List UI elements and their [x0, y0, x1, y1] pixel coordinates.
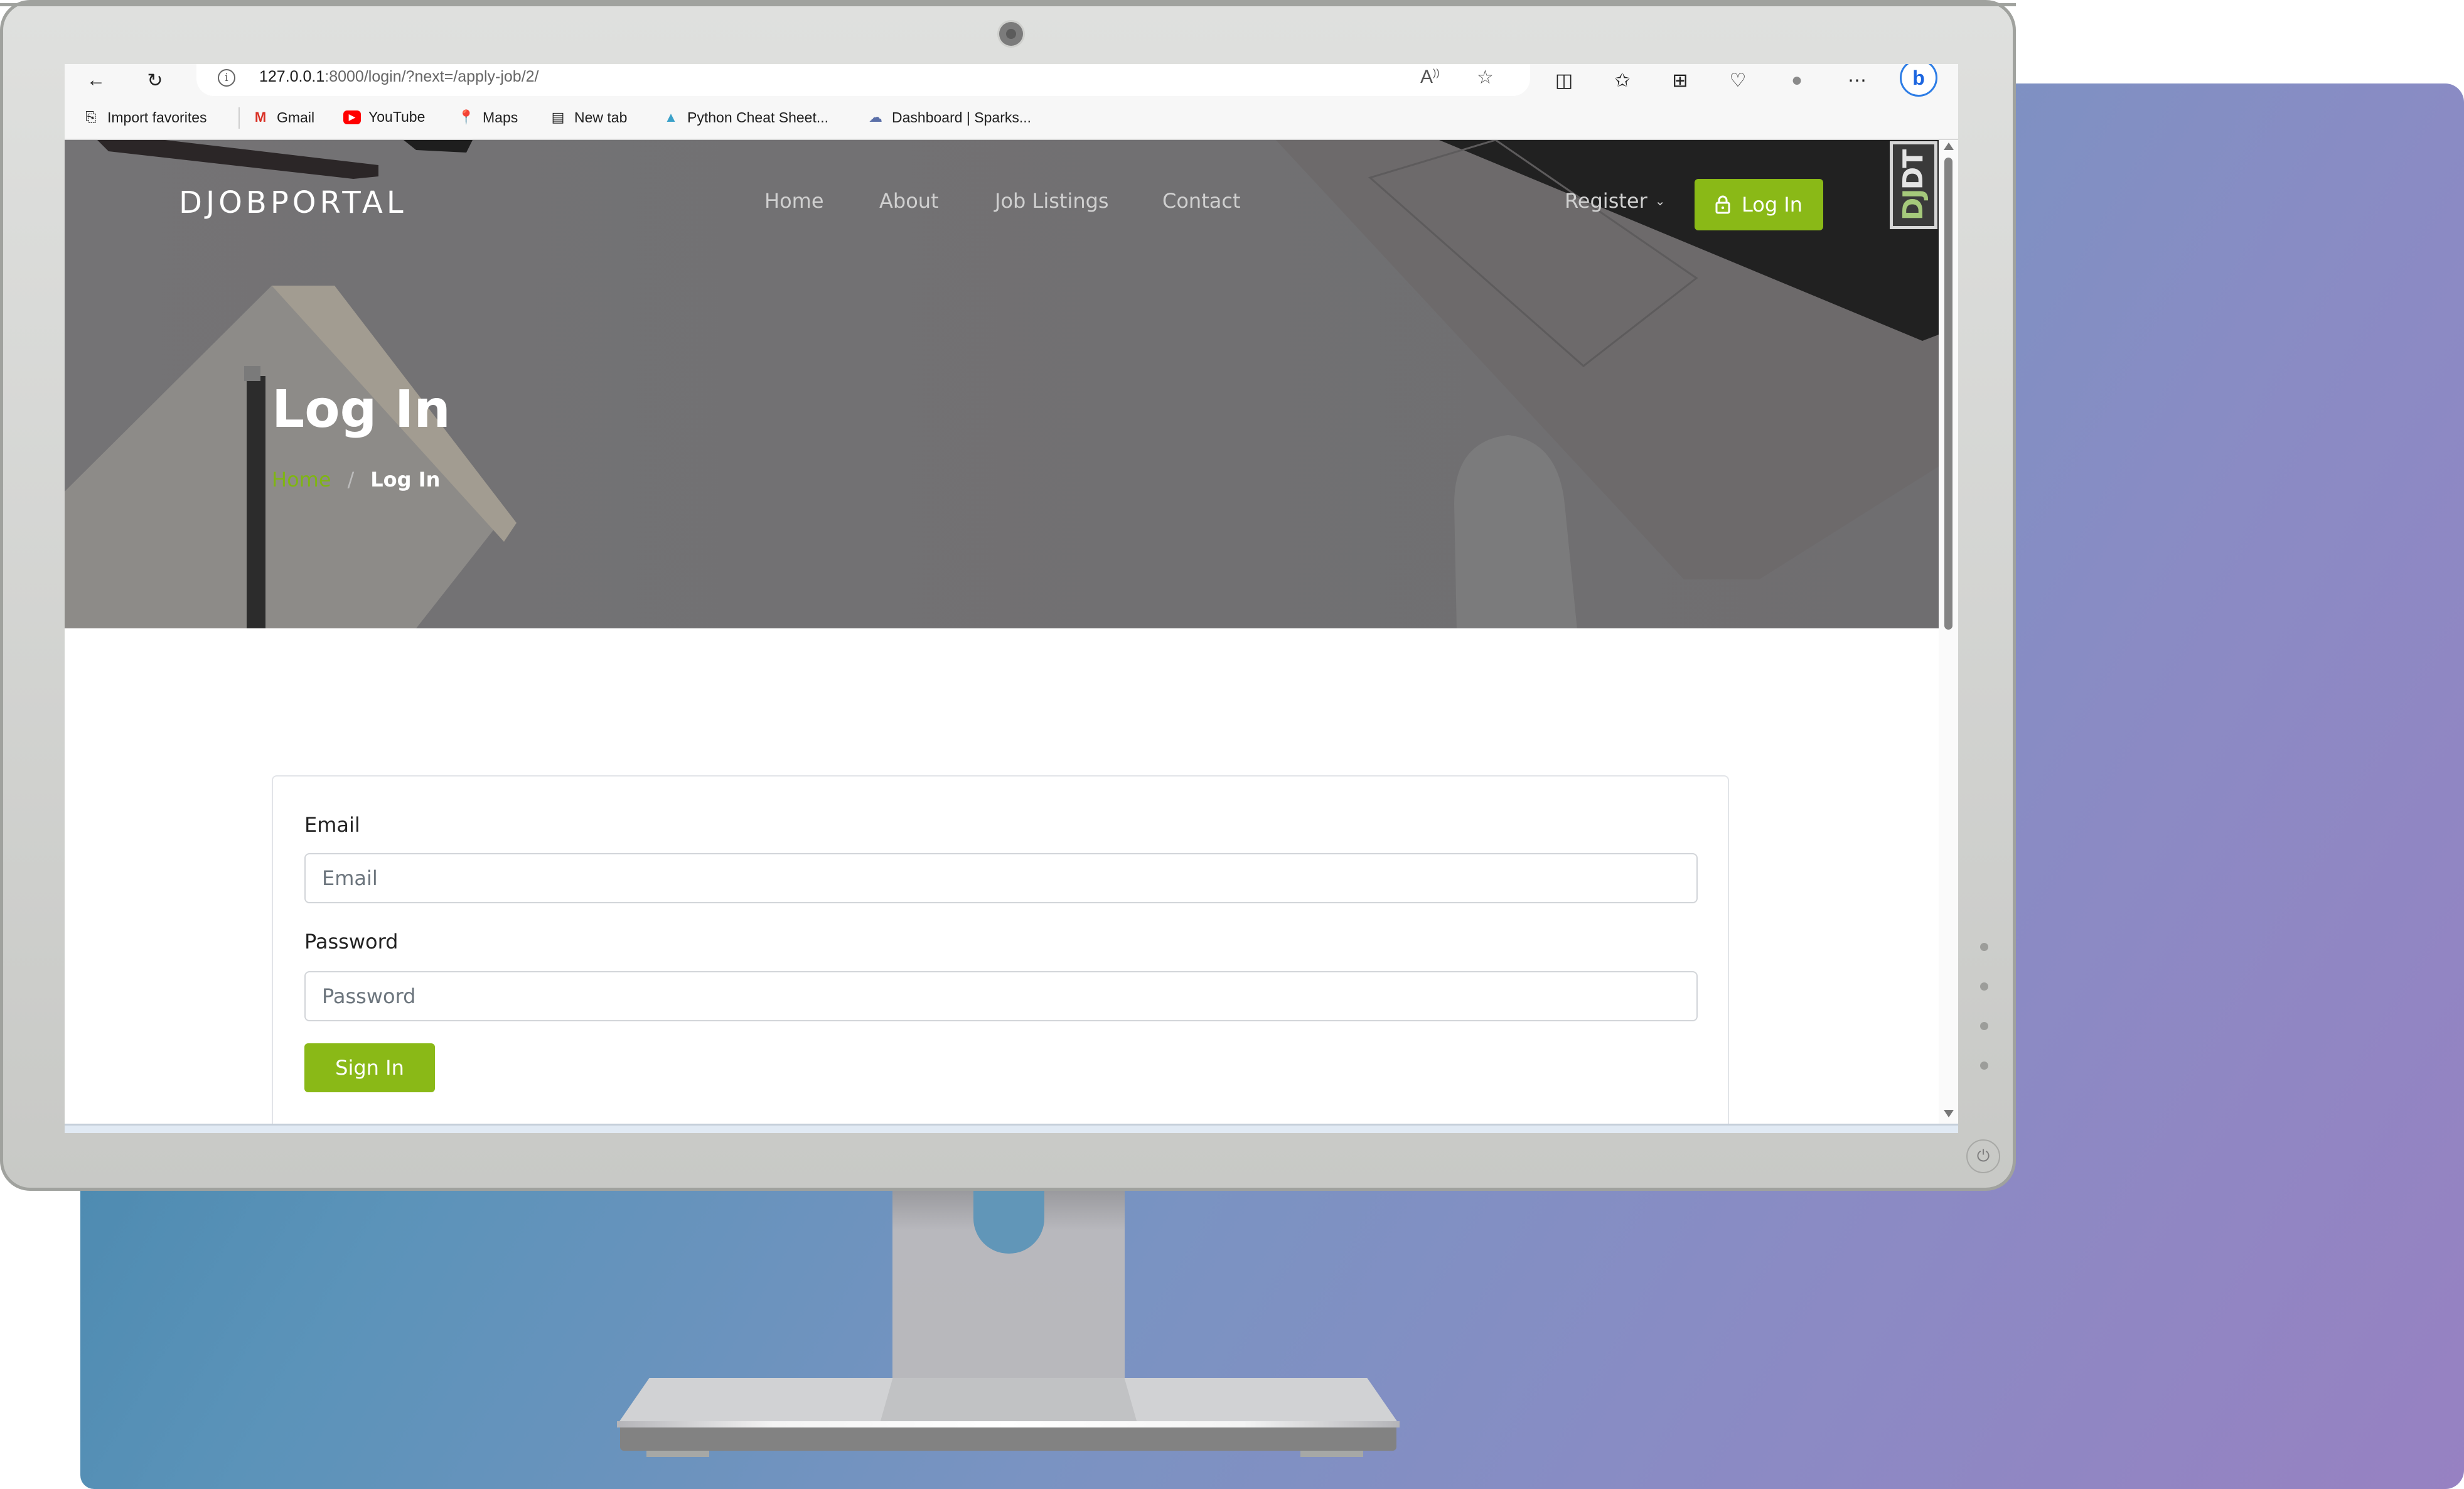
login-form-card: Email Password Sign In [272, 775, 1729, 1133]
browser-essentials-icon[interactable]: ♡ [1725, 68, 1750, 93]
monitor-stand-base-edge [620, 1427, 1396, 1451]
url-host: 127.0.0.1 [259, 68, 325, 85]
djdt-label-b: DT [1897, 150, 1930, 190]
scroll-down-arrow-icon[interactable] [1944, 1110, 1954, 1117]
breadcrumb: Home / Log In [272, 468, 440, 492]
refresh-icon[interactable]: ↻ [142, 68, 168, 93]
bezel-button-dot [1980, 943, 1988, 951]
register-dropdown[interactable]: Register ⌄ [1565, 189, 1666, 213]
import-favorites-icon: ⎘ [85, 109, 97, 125]
login-button-label: Log In [1741, 193, 1803, 217]
monitor-stand-base-center [880, 1378, 1137, 1423]
maps-icon: 📍 [458, 109, 475, 125]
url-path: :8000/login/?next=/apply-job/2/ [324, 68, 539, 85]
address-bar[interactable]: i 127.0.0.1:8000/login/?next=/apply-job/… [196, 64, 1530, 96]
breadcrumb-current: Log In [370, 468, 441, 492]
web-page: DJOBPORTAL Home About Job Listings Conta… [65, 140, 1958, 1133]
bookmark-separator [238, 107, 240, 129]
bookmark-youtube[interactable]: ▶ YouTube [343, 109, 425, 126]
url-text[interactable]: 127.0.0.1:8000/login/?next=/apply-job/2/ [259, 68, 539, 86]
nav-about[interactable]: About [879, 189, 939, 213]
favorites-list-icon[interactable]: ✩ [1610, 68, 1635, 93]
bezel-button-dot [1980, 1062, 1988, 1070]
bezel-button-dot [1980, 982, 1988, 991]
favorite-star-icon[interactable]: ☆ [1477, 67, 1494, 89]
scrollbar-thumb[interactable] [1944, 158, 1952, 630]
profile-icon[interactable]: ● [1784, 68, 1809, 93]
split-screen-icon[interactable]: ◫ [1551, 68, 1577, 93]
nav-home[interactable]: Home [764, 189, 824, 213]
password-field[interactable] [304, 971, 1698, 1021]
bookmark-gmail[interactable]: M Gmail [252, 109, 314, 126]
register-label: Register [1565, 189, 1647, 213]
monitor-stand-base-highlight [617, 1421, 1400, 1427]
page-title: Log In [272, 380, 451, 439]
monitor-stand-foot [646, 1451, 709, 1457]
djdt-label-a: DJ [1897, 189, 1930, 220]
collections-icon[interactable]: ⊞ [1668, 68, 1693, 93]
email-label: Email [304, 813, 360, 837]
bing-copilot-icon[interactable]: b [1900, 64, 1937, 97]
monitor-frame: ⏻ ← ↻ i 127.0.0.1:8000/login/?next=/appl… [0, 0, 2016, 1191]
more-menu-icon[interactable]: ⋯ [1845, 68, 1870, 93]
password-label: Password [304, 930, 399, 954]
hero-banner: DJOBPORTAL Home About Job Listings Conta… [65, 140, 1939, 628]
dashboard-icon: ☁ [869, 109, 882, 125]
nav-contact[interactable]: Contact [1162, 189, 1241, 213]
bookmark-label: Maps [483, 109, 518, 126]
bookmark-label: Gmail [277, 109, 315, 126]
bookmarks-bar: ⎘ Import favorites M Gmail ▶ YouTube 📍 Maps … [65, 97, 1958, 140]
sign-in-button[interactable]: Sign In [304, 1043, 435, 1092]
bookmark-import-favorites[interactable]: ⎘ Import favorites [82, 109, 207, 126]
new-tab-icon: ▤ [551, 109, 565, 125]
bookmark-maps[interactable]: 📍 Maps [458, 109, 518, 126]
bookmark-label: Dashboard | Sparks... [892, 109, 1032, 126]
bookmark-label: Import favorites [107, 109, 207, 126]
lock-icon [1715, 195, 1730, 214]
back-icon[interactable]: ← [83, 68, 109, 93]
bookmark-label: New tab [574, 109, 628, 126]
chevron-down-icon: ⌄ [1654, 193, 1666, 208]
gmail-icon: M [254, 109, 267, 125]
webcam-icon [999, 22, 1023, 46]
power-icon: ⏻ [1976, 1146, 1990, 1165]
scroll-up-arrow-icon[interactable] [1944, 142, 1954, 150]
monitor-stand-foot [1300, 1451, 1363, 1457]
site-logo[interactable]: DJOBPORTAL [179, 185, 407, 220]
bezel-button-dot [1980, 1022, 1988, 1030]
breadcrumb-home[interactable]: Home [272, 468, 331, 492]
bookmark-dashboard[interactable]: ☁ Dashboard | Sparks... [867, 109, 1031, 126]
bookmark-label: YouTube [368, 109, 426, 125]
read-aloud-icon[interactable]: A)) [1420, 67, 1440, 88]
bookmark-label: Python Cheat Sheet... [687, 109, 829, 126]
bookmark-python-cheat-sheet[interactable]: ▲ Python Cheat Sheet... [662, 109, 828, 126]
vertical-scrollbar[interactable] [1939, 140, 1958, 1133]
python-cheat-sheet-icon: ▲ [664, 109, 678, 125]
email-field[interactable] [304, 853, 1698, 903]
bookmark-new-tab[interactable]: ▤ New tab [549, 109, 628, 126]
browser-window: ← ↻ i 127.0.0.1:8000/login/?next=/apply-… [65, 64, 1958, 1133]
breadcrumb-separator: / [347, 468, 355, 492]
django-debug-toolbar-handle[interactable]: DJDT [1890, 141, 1937, 229]
login-button[interactable]: Log In [1695, 179, 1823, 230]
nav-job-listings[interactable]: Job Listings [995, 189, 1109, 213]
power-button[interactable]: ⏻ [1966, 1139, 2000, 1173]
site-info-icon[interactable]: i [218, 69, 235, 87]
horizontal-scrollbar[interactable] [65, 1124, 1958, 1133]
youtube-icon: ▶ [343, 110, 361, 124]
browser-toolbar: ← ↻ i 127.0.0.1:8000/login/?next=/apply-… [65, 64, 1958, 97]
